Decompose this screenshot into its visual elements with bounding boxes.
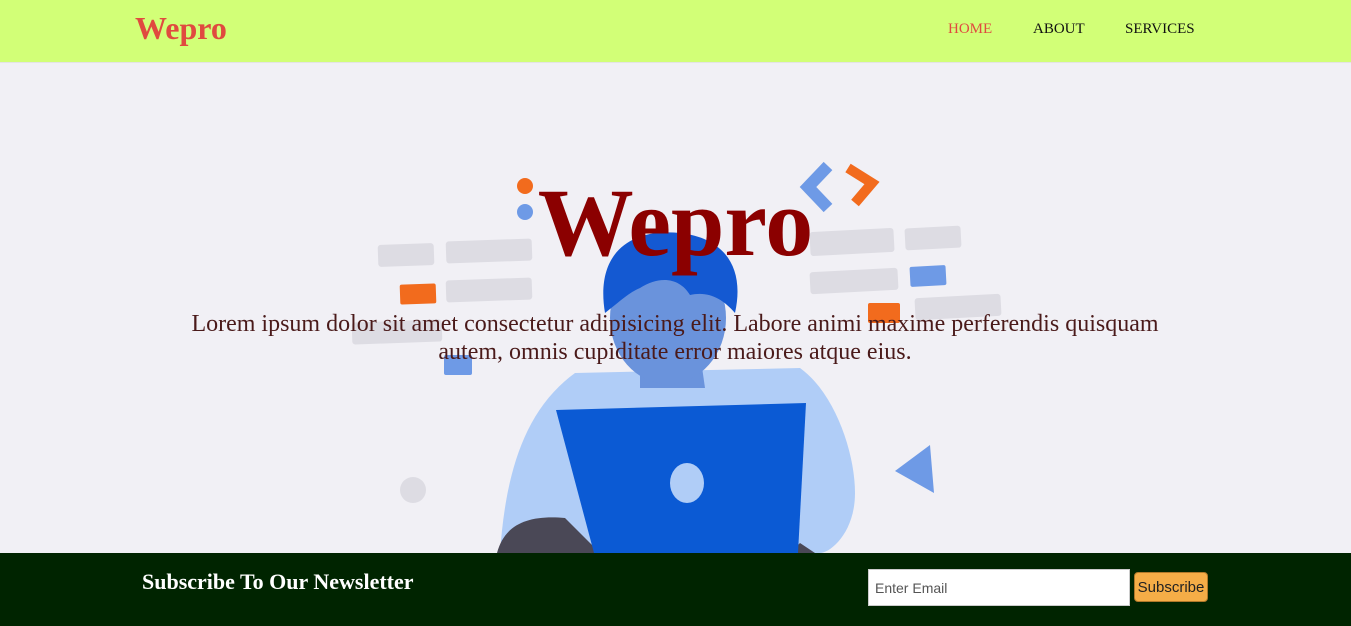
nav-link-about[interactable]: ABOUT [1033,20,1085,38]
subscribe-button[interactable]: Subscribe [1134,572,1208,602]
hero-title: Wepro [537,169,814,276]
newsletter-title: Subscribe To Our Newsletter [142,569,414,594]
nav-link-services[interactable]: SERVICES [1125,20,1195,38]
nav-link-home[interactable]: HOME [948,20,992,38]
hero-description: Lorem ipsum dolor sit amet consectetur a… [191,311,1159,365]
person-with-laptop-illustration [351,161,1002,553]
navbar: Wepro HOME ABOUT SERVICES [0,0,1351,63]
brand-logo[interactable]: Wepro [135,8,227,48]
email-input[interactable] [868,569,1130,606]
hero-section: Wepro Lorem ipsum dolor sit amet consect… [0,63,1351,553]
person-figure [497,232,855,553]
decorative-bars-left [351,238,533,503]
newsletter-footer: Subscribe To Our Newsletter Subscribe [0,553,1351,626]
